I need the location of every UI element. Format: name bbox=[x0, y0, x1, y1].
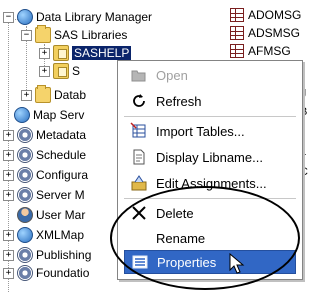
menu-item-label: Open bbox=[156, 67, 188, 83]
configuration-icon bbox=[17, 167, 33, 183]
expand-toggle[interactable]: + bbox=[3, 249, 14, 261]
tree-item-schedule[interactable]: + Schedule bbox=[3, 146, 86, 164]
dataset-item[interactable]: AFMSG bbox=[230, 42, 291, 60]
dataset-item[interactable]: ADOMSG bbox=[230, 6, 301, 24]
menu-item-label: Display Libname... bbox=[156, 149, 263, 165]
tree-item-label: Foundatio bbox=[36, 266, 90, 280]
metadata-icon bbox=[17, 127, 33, 143]
highlight-ellipse bbox=[110, 186, 300, 290]
import-tables-icon bbox=[130, 122, 148, 140]
tree-item-metadata[interactable]: + Metadata bbox=[3, 126, 86, 144]
expand-toggle[interactable]: + bbox=[21, 89, 32, 101]
expand-toggle[interactable]: + bbox=[3, 149, 14, 161]
tree-item-database[interactable]: + Datab bbox=[21, 85, 87, 104]
library-icon bbox=[53, 45, 69, 61]
tree-item-library[interactable]: + S bbox=[39, 62, 80, 80]
expand-toggle[interactable]: + bbox=[3, 267, 14, 279]
user-manager-icon bbox=[17, 207, 33, 223]
folder-icon bbox=[35, 85, 51, 103]
xmlmap-icon bbox=[17, 227, 33, 243]
tree-item-label: Configura bbox=[36, 168, 89, 182]
tree-item-label: XMLMap bbox=[36, 228, 85, 242]
tree-item-sas-libraries[interactable]: − SAS Libraries bbox=[21, 25, 128, 44]
collapse-toggle[interactable]: − bbox=[21, 29, 32, 41]
menu-item-open[interactable]: Open bbox=[118, 63, 302, 87]
tree-item-label: Map Serv bbox=[33, 108, 85, 122]
tree-item-data-library-manager[interactable]: − Data Library Manager bbox=[3, 8, 152, 26]
edit-assignments-icon bbox=[130, 174, 148, 192]
folder-icon bbox=[35, 25, 51, 43]
server-manager-icon bbox=[17, 187, 33, 203]
expand-toggle[interactable]: + bbox=[3, 169, 14, 181]
dataset-item[interactable]: ADSMSG bbox=[230, 24, 300, 42]
tree-item-label: Server M bbox=[36, 188, 85, 202]
mouse-cursor-icon bbox=[229, 253, 245, 274]
dataset-label: ADOMSG bbox=[248, 8, 302, 22]
schedule-icon bbox=[17, 147, 33, 163]
menu-separator bbox=[124, 116, 296, 117]
tree-item-publishing[interactable]: + Publishing bbox=[3, 246, 91, 264]
menu-item-label: Refresh bbox=[156, 93, 202, 109]
collapse-toggle[interactable]: − bbox=[3, 11, 14, 23]
tree-item-label: Publishing bbox=[36, 248, 92, 262]
menu-item-refresh[interactable]: Refresh bbox=[118, 89, 302, 113]
data-library-manager-icon bbox=[17, 9, 33, 25]
refresh-icon bbox=[130, 92, 148, 110]
expand-toggle[interactable]: + bbox=[3, 129, 14, 141]
tree-item-server-manager[interactable]: + Server M bbox=[3, 186, 85, 204]
open-icon bbox=[130, 66, 148, 84]
tree-item-label: Data Library Manager bbox=[36, 10, 153, 24]
tree-item-label: SAS Libraries bbox=[54, 28, 128, 42]
tree-item-label: S bbox=[72, 64, 81, 78]
tree-item-label: User Mar bbox=[36, 208, 86, 222]
menu-item-import-tables[interactable]: Import Tables... bbox=[118, 119, 302, 143]
publishing-icon bbox=[17, 247, 33, 263]
tree-item-label: Schedule bbox=[36, 148, 87, 162]
tree-item-label: Datab bbox=[54, 88, 87, 102]
dataset-label: AFMSG bbox=[248, 44, 291, 58]
tree-item-map-server[interactable]: Map Serv bbox=[14, 106, 84, 124]
menu-item-label: Import Tables... bbox=[156, 123, 245, 139]
expand-toggle[interactable]: + bbox=[3, 229, 14, 241]
menu-item-display-libname[interactable]: Display Libname... bbox=[118, 145, 302, 169]
tree-item-configuration[interactable]: + Configura bbox=[3, 166, 88, 184]
tree-item-label: Metadata bbox=[36, 128, 87, 142]
tree-item-xmlmap[interactable]: + XMLMap bbox=[3, 226, 84, 244]
display-libname-icon bbox=[130, 148, 148, 166]
table-icon bbox=[230, 26, 244, 40]
map-server-icon bbox=[14, 107, 30, 123]
table-icon bbox=[230, 8, 244, 22]
tree-item-foundation[interactable]: + Foundatio bbox=[3, 264, 89, 282]
table-icon bbox=[230, 44, 244, 58]
foundation-icon bbox=[17, 265, 33, 281]
tree-item-label: SASHELP bbox=[72, 46, 132, 60]
expand-toggle[interactable]: + bbox=[39, 65, 50, 77]
dataset-label: ADSMSG bbox=[248, 26, 301, 40]
library-icon bbox=[53, 63, 69, 79]
expand-toggle[interactable]: + bbox=[3, 189, 14, 201]
expand-toggle[interactable]: + bbox=[39, 47, 50, 59]
tree-item-user-manager[interactable]: User Mar bbox=[17, 206, 85, 224]
